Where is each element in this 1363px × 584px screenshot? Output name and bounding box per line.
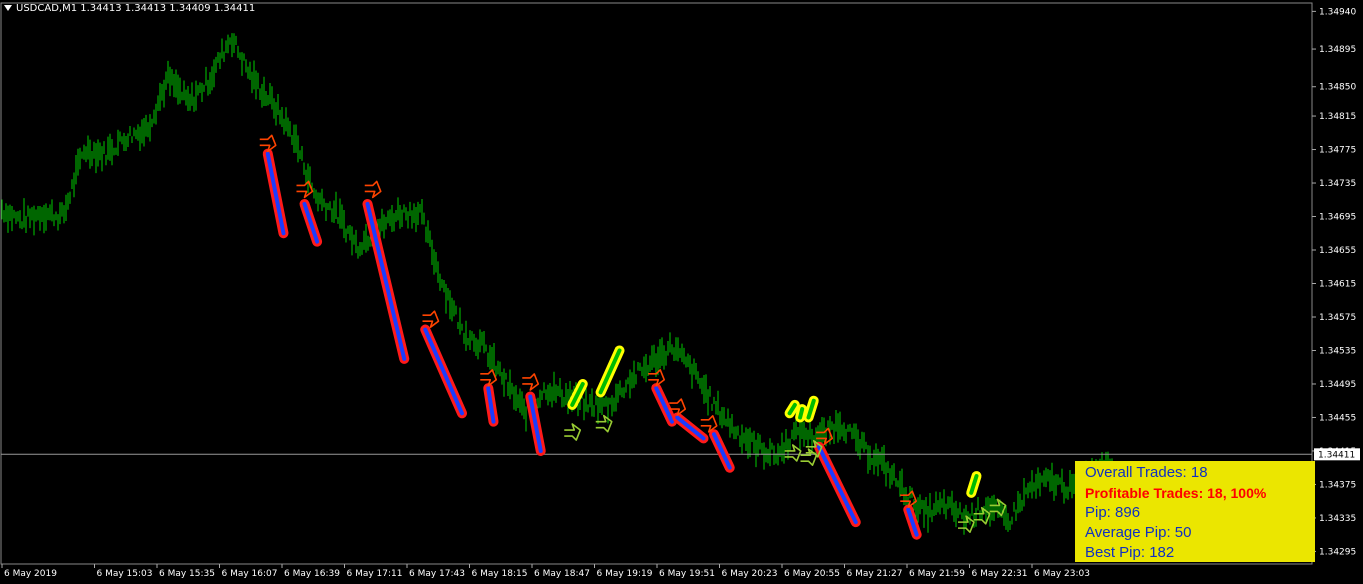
buy-trade-body [598, 348, 622, 395]
y-tick-label: 1.34775 [1319, 146, 1356, 156]
y-tick-label: 1.34455 [1319, 413, 1356, 423]
y-tick-label: 1.34375 [1319, 480, 1356, 490]
buy-trade-body [798, 407, 805, 420]
sell-trade-body [423, 327, 464, 416]
chart-title: USDCAD,M1 1.34413 1.34413 1.34409 1.3441… [4, 3, 255, 14]
stat-pip: Pip: 896 [1085, 504, 1141, 521]
x-tick-label: 6 May 16:39 [284, 569, 340, 579]
current-price-label: 1.34411 [1318, 450, 1355, 460]
sell-trade-body [817, 444, 858, 525]
x-tick-label: 6 May 21:27 [847, 569, 903, 579]
x-tick-label: 6 May 18:15 [472, 569, 528, 579]
sell-trade [262, 148, 289, 239]
x-tick-label: 6 May 17:43 [409, 569, 465, 579]
price-bars [1, 33, 1113, 535]
sell-trade [672, 412, 709, 444]
x-tick-label: 6 May 16:07 [222, 569, 278, 579]
sell-trade [903, 504, 922, 540]
y-tick-label: 1.34335 [1319, 514, 1356, 524]
x-tick-label: 6 May 2019 [4, 569, 57, 579]
chart-title-text: USDCAD,M1 1.34413 1.34413 1.34409 1.3441… [16, 3, 256, 14]
buy-trade [803, 395, 819, 423]
x-tick-label: 6 May 19:19 [597, 569, 653, 579]
dropdown-triangle-icon[interactable] [4, 5, 12, 11]
buy-trade [966, 471, 982, 498]
x-tick-label: 6 May 19:51 [659, 569, 715, 579]
y-tick-label: 1.34815 [1319, 112, 1356, 122]
stats-panel: Overall Trades: 18 Profitable Trades: 18… [1075, 461, 1315, 562]
buy-trade [595, 345, 625, 398]
x-tick-label: 6 May 15:35 [159, 569, 215, 579]
y-tick-label: 1.34655 [1319, 246, 1356, 256]
sell-arrow-icon [296, 180, 314, 199]
x-tick-label: 6 May 23:03 [1034, 569, 1090, 579]
x-tick-label: 6 May 20:55 [784, 569, 840, 579]
sell-trade [525, 391, 546, 456]
stat-overall-trades: Overall Trades: 18 [1085, 464, 1208, 481]
stat-average-pip: Average Pip: 50 [1085, 524, 1192, 541]
sell-trade-body [265, 151, 286, 236]
sell-trade [483, 383, 499, 427]
stat-best-pip: Best Pip: 182 [1085, 544, 1175, 561]
x-tick-label: 6 May 15:03 [97, 569, 153, 579]
x-tick-label: 6 May 20:23 [722, 569, 778, 579]
x-tick-label: 6 May 22:31 [972, 569, 1028, 579]
sell-arrow-icon [522, 373, 540, 391]
buy-arrow-icon [564, 423, 582, 441]
y-tick-label: 1.34940 [1319, 7, 1356, 17]
y-tick-label: 1.34535 [1319, 346, 1356, 356]
buy-arrow-icon [784, 444, 802, 462]
sell-trade [651, 383, 677, 427]
x-tick-label: 6 May 18:47 [534, 569, 590, 579]
sell-arrow-icon [259, 134, 277, 153]
stat-profitable-trades: Profitable Trades: 18, 100% [1085, 485, 1267, 501]
y-tick-label: 1.34695 [1319, 213, 1356, 223]
sell-trade [709, 429, 735, 473]
buy-trade [784, 399, 800, 419]
sell-trade [420, 324, 467, 419]
y-axis: 1.34940 1.34895 1.34850 1.34815 1.34775 1.347… [1312, 7, 1360, 557]
x-axis: 6 May 2019 6 May 15:03 6 May 15:35 6 May 16… [1, 564, 1090, 579]
sell-trade [814, 441, 861, 528]
sell-trade-body [675, 415, 706, 441]
buy-arrow-icon [800, 448, 818, 466]
sell-arrow-icon [480, 368, 498, 387]
y-tick-label: 1.34850 [1319, 83, 1356, 93]
y-tick-label: 1.34735 [1319, 179, 1356, 189]
x-tick-label: 6 May 17:11 [347, 569, 403, 579]
x-tick-label: 6 May 21:59 [909, 569, 965, 579]
buy-trade [795, 404, 808, 423]
y-tick-label: 1.34615 [1319, 280, 1356, 290]
y-tick-label: 1.34575 [1319, 313, 1356, 323]
y-tick-label: 1.34895 [1319, 45, 1356, 55]
y-tick-label: 1.34495 [1319, 380, 1356, 390]
sell-trade [299, 198, 323, 247]
y-tick-label: 1.34295 [1319, 547, 1356, 557]
sell-arrow-icon [364, 180, 382, 199]
